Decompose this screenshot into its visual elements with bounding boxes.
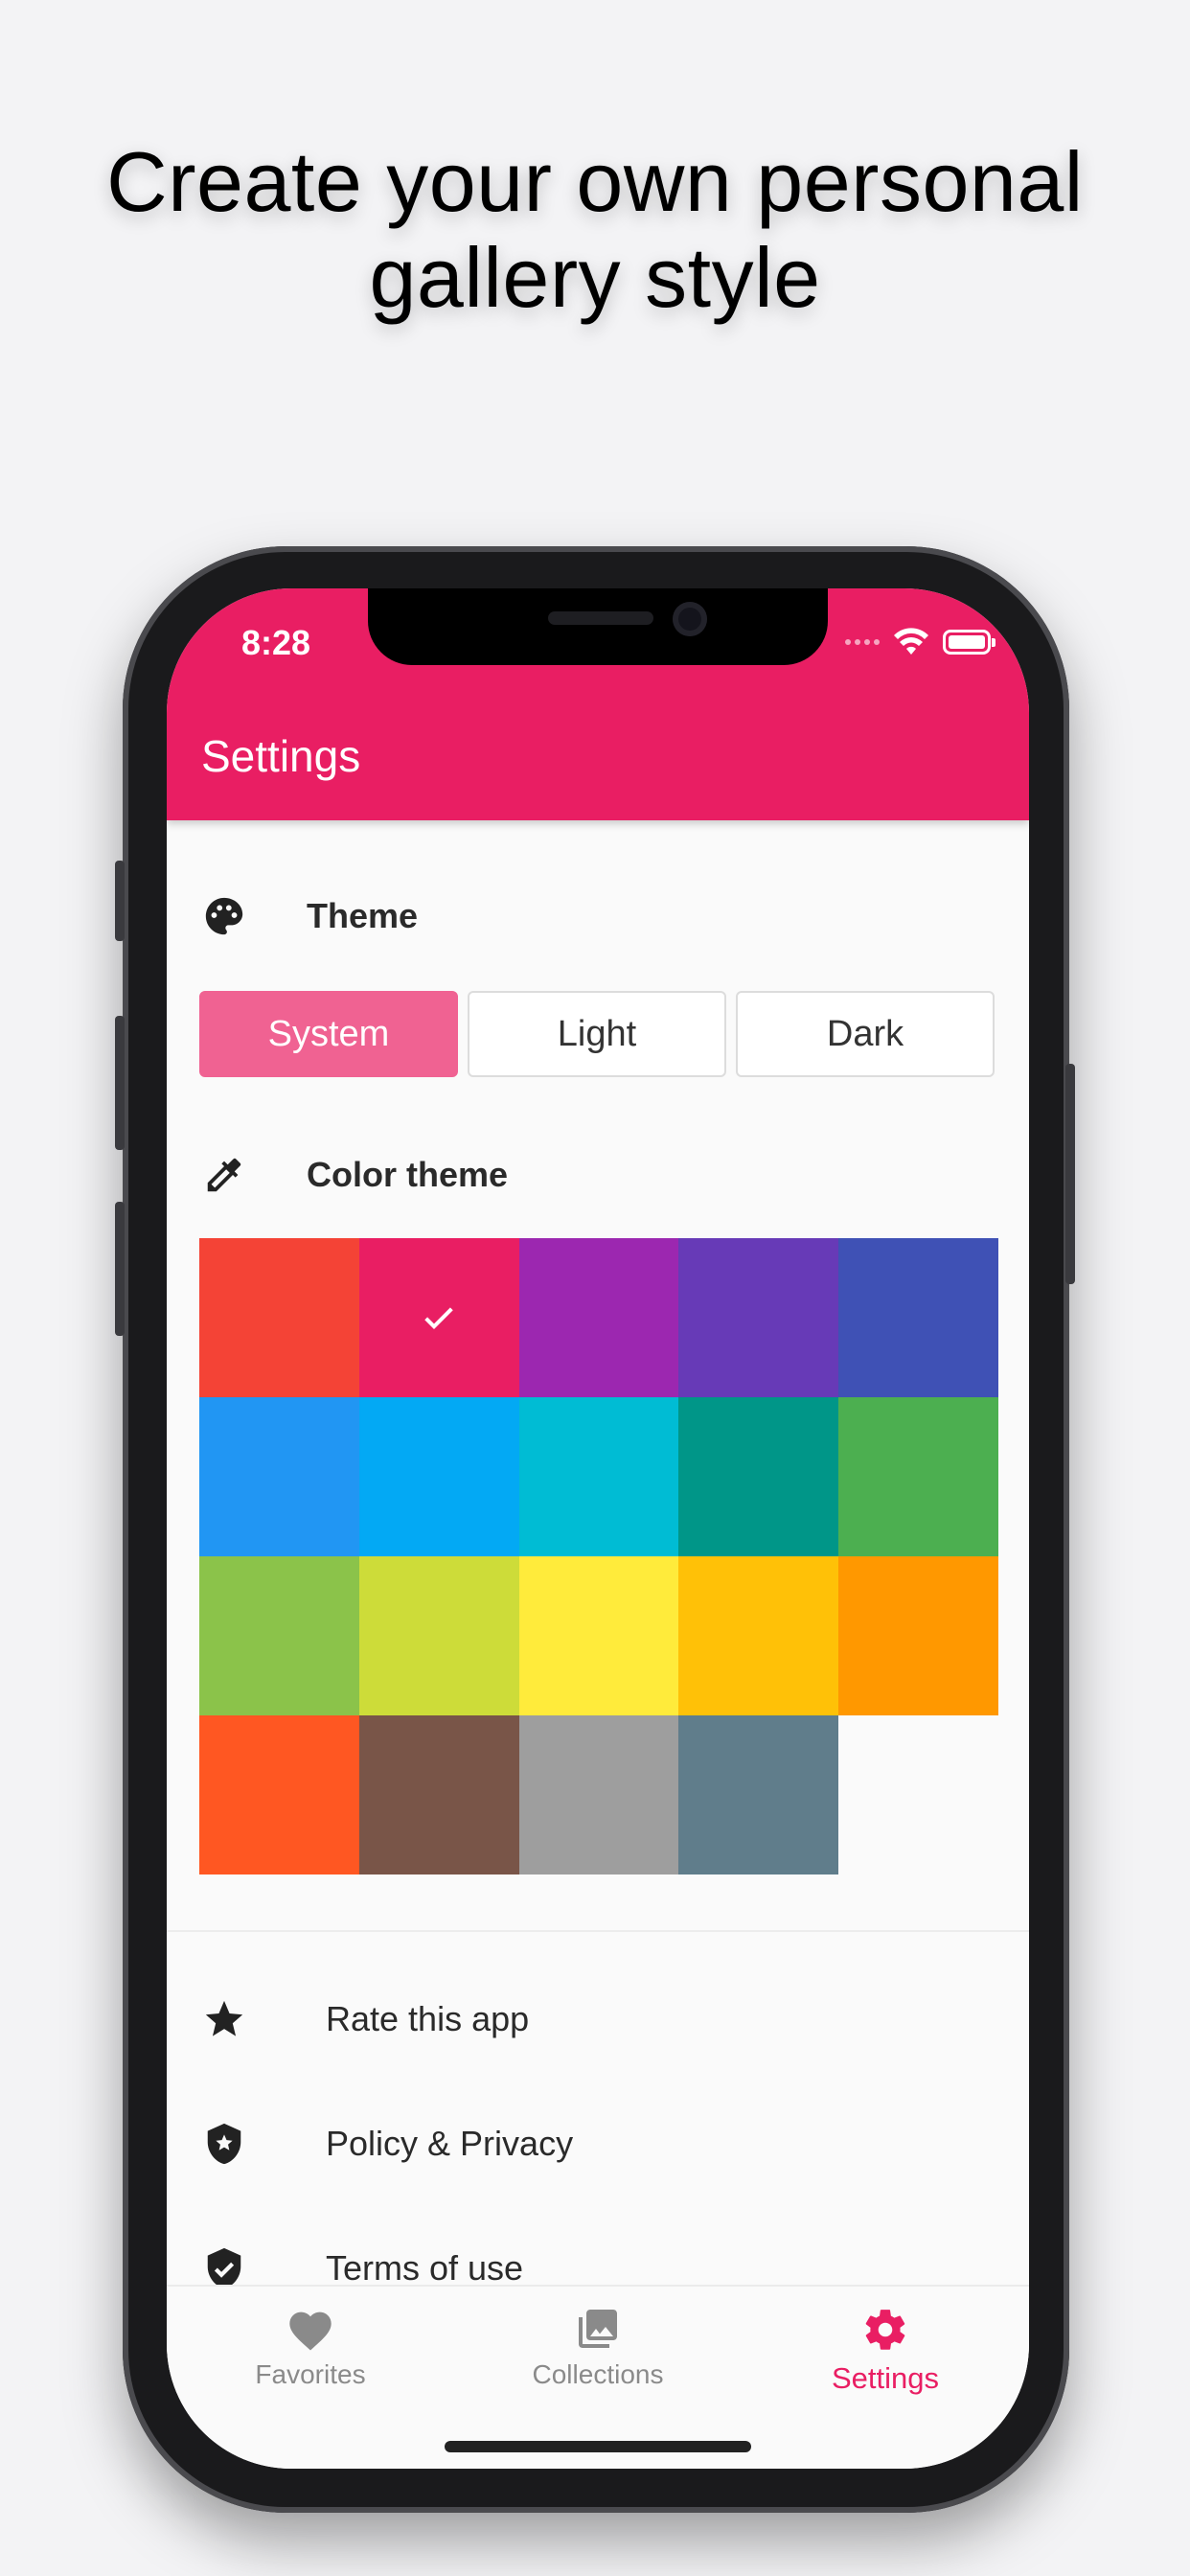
signal-dots-icon [845,639,880,645]
color-swatch[interactable] [518,1238,679,1397]
star-icon [201,1996,247,2042]
section-divider [167,1930,1029,1932]
color-swatch[interactable] [358,1556,519,1715]
status-time: 8:28 [241,623,311,662]
color-swatch[interactable] [358,1238,519,1397]
color-swatch[interactable] [518,1715,679,1874]
promo-headline: Create your own personal gallery style [0,134,1190,326]
color-swatch[interactable] [678,1397,839,1556]
nav-favorites-label: Favorites [255,2359,366,2389]
status-icons [845,623,995,661]
eyedropper-icon [201,1152,247,1198]
color-swatch[interactable] [358,1397,519,1556]
nav-settings[interactable]: Settings [742,2306,1029,2396]
theme-option-system[interactable]: System [199,991,458,1077]
color-palette [199,1238,998,1874]
phone-screen: 8:28 Settings Theme System Light Dark Co… [167,588,1029,2469]
battery-icon [943,630,995,655]
color-swatch[interactable] [199,1238,359,1397]
color-swatch[interactable] [199,1397,359,1556]
color-swatch[interactable] [838,1397,998,1556]
front-camera [673,602,707,636]
volume-up-button [115,1016,125,1150]
color-swatch[interactable] [358,1715,519,1874]
color-theme-section-header: Color theme [201,1152,508,1198]
photo-library-icon [579,2310,617,2348]
palette-icon [201,893,247,939]
color-swatch[interactable] [518,1556,679,1715]
wifi-icon [894,628,928,655]
nav-collections[interactable]: Collections [454,2306,742,2390]
color-swatch[interactable] [678,1238,839,1397]
headline-line-1: Create your own personal [106,134,1084,229]
list-item-rate-app[interactable]: Rate this app [201,1990,529,2048]
theme-section-header: Theme [201,893,418,939]
color-theme-label: Color theme [307,1155,509,1194]
power-button [1065,1064,1075,1284]
silent-switch [115,861,125,941]
notch [368,588,828,665]
color-swatch[interactable] [678,1556,839,1715]
headline-line-2: gallery style [369,230,821,325]
list-item-policy-privacy[interactable]: Policy & Privacy [201,2115,573,2173]
rate-app-label: Rate this app [326,1999,530,2038]
theme-label: Theme [307,896,419,935]
volume-down-button [115,1202,125,1336]
speaker-grille [548,611,653,625]
color-swatch[interactable] [518,1397,679,1556]
nav-favorites[interactable]: Favorites [167,2306,454,2390]
color-swatch[interactable] [838,1238,998,1397]
nav-collections-label: Collections [532,2359,664,2389]
color-swatch[interactable] [838,1556,998,1715]
gear-icon [865,2310,905,2350]
theme-option-dark[interactable]: Dark [736,991,995,1077]
page-title: Settings [201,731,361,781]
heart-icon [289,2312,332,2351]
color-swatch[interactable] [678,1715,839,1874]
terms-of-use-label: Terms of use [326,2248,524,2288]
color-swatch[interactable] [199,1556,359,1715]
theme-option-light[interactable]: Light [468,991,726,1077]
color-swatch[interactable] [199,1715,359,1874]
shield-star-icon [201,2121,247,2167]
home-indicator[interactable] [445,2441,751,2452]
nav-settings-label: Settings [831,2361,939,2395]
policy-privacy-label: Policy & Privacy [326,2124,574,2163]
check-icon [424,1307,453,1329]
